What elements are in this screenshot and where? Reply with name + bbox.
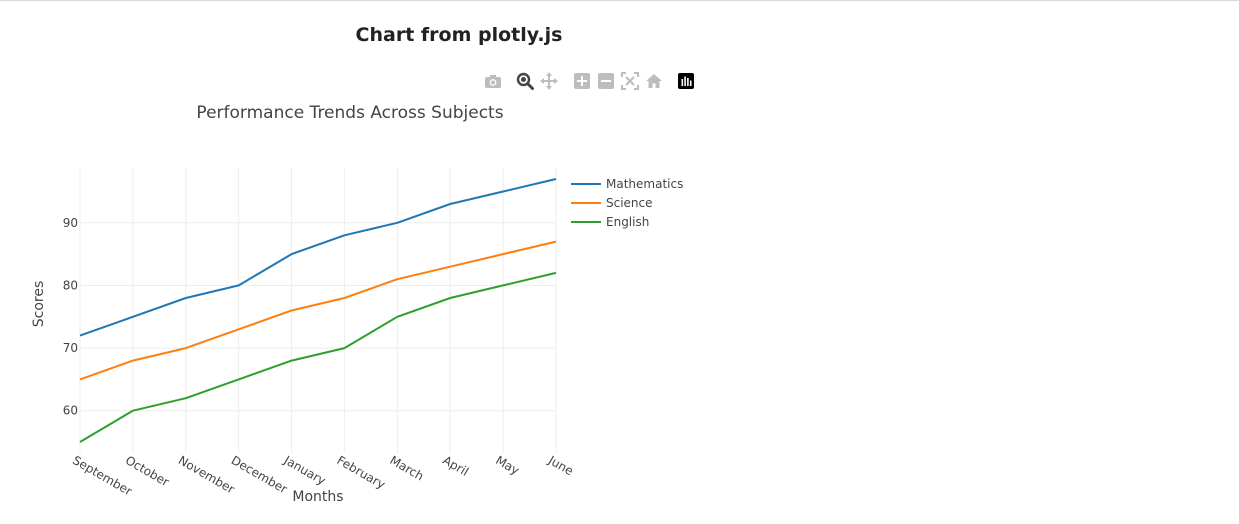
series-line-english[interactable] [79, 271, 557, 443]
x-tick-label: November [176, 453, 237, 496]
x-tick-label: December [229, 453, 290, 496]
legend-item-science[interactable]: Science [571, 196, 653, 210]
line-chart: Performance Trends Across Subjects 60 70 8… [31, 103, 683, 505]
x-tick-label: February [335, 453, 388, 492]
y-tick-label: 80 [63, 278, 78, 292]
y-axis-title: Scores [31, 281, 47, 328]
x-tick-label: May [493, 453, 521, 478]
legend-label: Science [606, 196, 653, 210]
legend-label: Mathematics [606, 177, 683, 191]
y-tick-label: 60 [63, 404, 78, 418]
x-tick-label: April [440, 453, 471, 479]
legend-item-english[interactable]: English [571, 215, 649, 229]
x-tick-label: March [387, 453, 426, 483]
x-axis-title: Months [292, 489, 343, 505]
y-tick-label: 70 [63, 341, 78, 355]
series-line-mathematics[interactable] [79, 178, 557, 337]
legend-item-mathematics[interactable]: Mathematics [571, 177, 683, 191]
x-tick-label: June [545, 453, 576, 479]
legend-label: English [606, 215, 649, 229]
y-axis-ticks: 60 70 80 90 [63, 216, 78, 418]
series-lines [79, 178, 557, 443]
legend[interactable]: Mathematics Science English [571, 177, 683, 229]
chart-title: Performance Trends Across Subjects [196, 103, 503, 123]
y-tick-label: 90 [63, 216, 78, 230]
